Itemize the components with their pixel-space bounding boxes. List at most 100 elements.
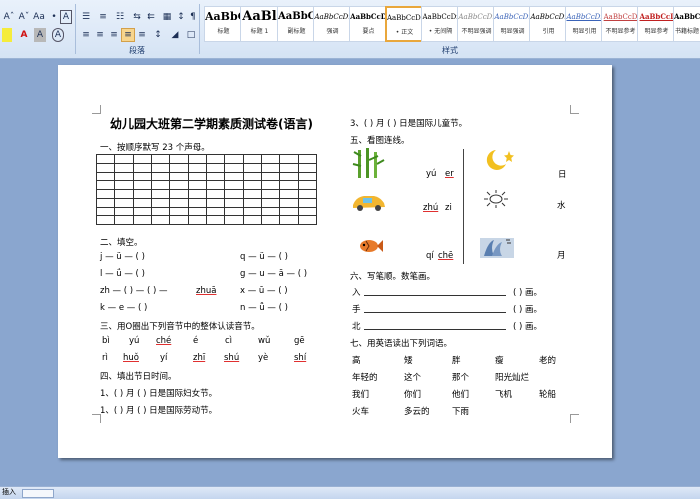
style-title[interactable]: AaBbC标题	[204, 6, 243, 42]
document-page[interactable]: 幼儿园大班第二学期素质测试卷(语言) 一、按顺序默写 23 个声母。 二、填空。…	[58, 65, 612, 458]
char-shading-icon[interactable]: A	[34, 28, 46, 42]
word-cell: 我们	[352, 390, 370, 400]
word-cell: 胖	[452, 356, 461, 366]
status-scrollbar[interactable]	[22, 489, 54, 498]
distribute-icon[interactable]: ≡	[135, 28, 149, 42]
bullets-icon[interactable]: ☰	[79, 10, 93, 24]
word-cell: 飞机	[495, 390, 513, 400]
style-no-spacing[interactable]: AaBbCcDı • 无间隔	[421, 6, 460, 42]
syllable: ché	[156, 336, 172, 346]
section-5-heading: 五、看图连线。	[350, 136, 410, 146]
match-pinyin: chē	[438, 251, 454, 261]
fill-line: x — ū — ( )	[240, 286, 288, 296]
show-marks-icon[interactable]: ¶	[186, 10, 200, 24]
car-picture	[353, 196, 385, 211]
chinese-layout-icon[interactable]: ▦	[160, 10, 174, 24]
fill-line: n — ǚ — ( )	[240, 303, 288, 313]
stroke-writing-line[interactable]	[364, 329, 506, 330]
style-subtitle[interactable]: AaBbC 副标题	[277, 6, 316, 42]
line-spacing-icon[interactable]: ↕	[151, 28, 165, 42]
match-character: 水	[557, 201, 566, 211]
match-pinyin: zhú	[423, 203, 439, 213]
syllable: wǔ	[258, 336, 271, 346]
grow-font-icon[interactable]: Aˆ	[2, 10, 16, 24]
page-title: 幼儿园大班第二学期素质测试卷(语言)	[110, 117, 313, 131]
stroke-writing-line[interactable]	[364, 312, 506, 313]
section-3-heading: 三、用O圈出下列音节中的整体认读音节。	[100, 322, 260, 332]
stroke-char: 入	[352, 288, 361, 298]
stroke-writing-line[interactable]	[364, 295, 506, 296]
style-quote[interactable]: AaBbCcDı 引用	[529, 6, 568, 42]
stroke-count: ( ) 画。	[513, 322, 543, 332]
crop-mark	[92, 105, 101, 114]
word-cell: 高	[352, 356, 361, 366]
fill-line: zh — ( ) — ( ) —	[100, 286, 168, 296]
stroke-char: 北	[352, 322, 361, 332]
shading-icon[interactable]: ◢	[168, 28, 182, 42]
shrink-font-icon[interactable]: Aˇ	[17, 10, 31, 24]
moon-picture	[486, 150, 514, 170]
stroke-count: ( ) 画。	[513, 288, 543, 298]
insert-mode-indicator[interactable]: 插入	[2, 487, 16, 498]
style-intense-quote[interactable]: AaBbCcDı 明显引用	[565, 6, 604, 42]
font-group: Aˆ Aˇ Aa • A A A A	[0, 0, 74, 58]
syllable: shú	[224, 353, 240, 363]
fill-line: g — u — ā — ( )	[240, 269, 308, 279]
styles-group: AaBbC标题 AaBl标题 1 AaBbC副标题 AaBbCcDı强调 AaB…	[200, 0, 700, 58]
word-cell: 阳光灿烂	[495, 373, 530, 383]
multilevel-list-icon[interactable]: ☷	[113, 10, 127, 24]
style-book-title[interactable]: AaBbCcD书籍标题	[673, 6, 700, 42]
style-heading-1[interactable]: AaBl 标题 1	[240, 6, 279, 42]
word-cell: 老的	[539, 356, 557, 366]
document-area[interactable]: 幼儿园大班第二学期素质测试卷(语言) 一、按顺序默写 23 个声母。 二、填空。…	[0, 59, 700, 486]
fill-line: j — ü — ( )	[100, 252, 145, 262]
style-intense-reference[interactable]: AaBbCcI 明显参考	[637, 6, 676, 42]
syllable: huǒ	[123, 353, 139, 363]
word-cell: 年轻的	[352, 373, 378, 383]
crop-mark	[570, 105, 579, 114]
section-2-heading: 二、填空。	[100, 238, 143, 248]
holiday-line: 1、( ) 月 ( ) 日是国际劳动节。	[100, 406, 218, 416]
font-color-icon[interactable]: A	[17, 28, 31, 42]
style-strong[interactable]: AaBbCcD 要点	[349, 6, 388, 42]
crop-mark	[570, 414, 579, 423]
syllable: cì	[225, 336, 233, 346]
increase-indent-icon[interactable]: ⇇	[144, 10, 158, 24]
highlight-icon[interactable]	[2, 28, 12, 42]
holiday-line: 3、( ) 月 ( ) 日是国际儿童节。	[350, 119, 468, 129]
syllable: yú	[129, 336, 140, 346]
style-subtle-emphasis[interactable]: AaBbCcDı 不明显强调	[457, 6, 496, 42]
enclose-char-icon[interactable]: A	[52, 28, 64, 42]
fill-line: l — ǘ — ( )	[100, 269, 145, 279]
section-7-heading: 七、用英语读出下列词语。	[350, 339, 453, 349]
syllable: yí	[160, 353, 168, 363]
clear-format-icon[interactable]: •	[47, 10, 61, 24]
borders-icon[interactable]: □	[184, 28, 198, 42]
numbering-icon[interactable]: ≡	[96, 10, 110, 24]
fish-picture	[360, 240, 383, 252]
word-cell: 那个	[452, 373, 470, 383]
style-normal[interactable]: AaBbCcDı • 正文	[385, 6, 424, 42]
word-cell: 这个	[404, 373, 422, 383]
style-intense-emphasis[interactable]: AaBbCcDı 明显强调	[493, 6, 532, 42]
align-right-icon[interactable]: ≡	[107, 28, 121, 42]
style-emphasis[interactable]: AaBbCcDı 强调	[313, 6, 352, 42]
align-center-icon[interactable]: ≡	[93, 28, 107, 42]
change-case-icon[interactable]: Aa	[32, 10, 46, 24]
fill-line: k — e — ( )	[100, 303, 148, 313]
style-subtle-reference[interactable]: AaBbCcD 不明显参考	[601, 6, 640, 42]
decrease-indent-icon[interactable]: ⇆	[130, 10, 144, 24]
align-left-icon[interactable]: ≡	[79, 28, 93, 42]
styles-group-label: 样式	[442, 46, 458, 55]
justify-icon[interactable]: ≡	[121, 28, 135, 42]
stroke-char: 手	[352, 305, 361, 315]
char-border-icon[interactable]: A	[60, 10, 72, 24]
bamboo-picture	[352, 148, 385, 178]
word-cell: 你们	[404, 390, 422, 400]
syllable: bì	[102, 336, 110, 346]
divider-line	[463, 149, 464, 264]
ribbon: Aˆ Aˇ Aa • A A A A ☰ ≡ ☷ ⇆ ⇇ ▦ ↕ ¶ ≡ ≡ ≡…	[0, 0, 700, 59]
match-pinyin: yú	[426, 169, 437, 179]
water-picture	[480, 238, 514, 258]
word-cell: 火车	[352, 407, 370, 417]
